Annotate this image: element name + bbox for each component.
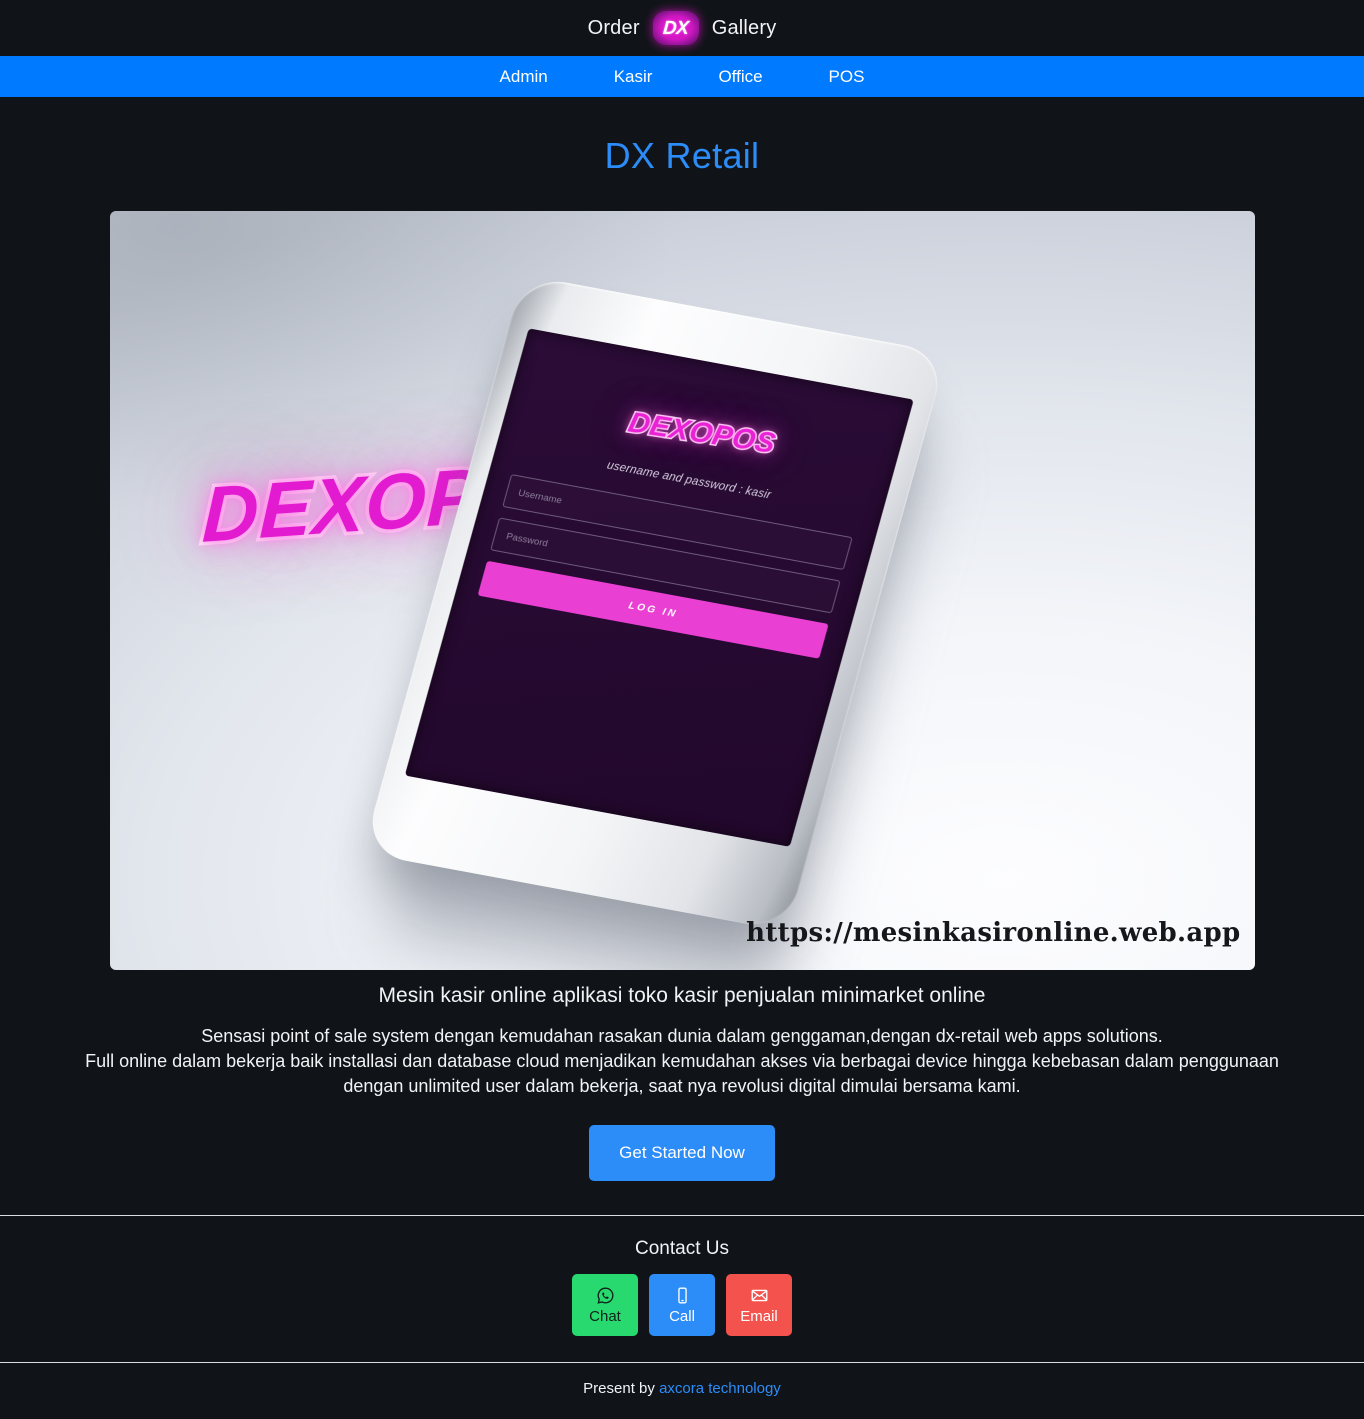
hero-description-line-1: Sensasi point of sale system dengan kemu… [201, 1026, 1163, 1046]
dx-logo-icon[interactable]: DX [652, 11, 699, 45]
brand-word-left: Order [587, 16, 640, 39]
contact-buttons: Chat Call Email [0, 1274, 1364, 1336]
hero-caption: Mesin kasir online aplikasi toko kasir p… [378, 984, 986, 1007]
hero-description-line-3: dengan unlimited user dalam bekerja, saa… [343, 1076, 1021, 1096]
whatsapp-icon [596, 1286, 615, 1305]
footer-credit-link[interactable]: axcora technology [659, 1380, 781, 1397]
page-footer: Present by axcora technology [0, 1363, 1364, 1419]
contact-chat-button[interactable]: Chat [572, 1274, 638, 1336]
hero-product-image: DEXOPOS DEXOPOS username and password : … [109, 211, 1255, 970]
brand-word-right: Gallery [711, 16, 777, 39]
page-title: DX Retail [604, 135, 760, 176]
contact-email-label: Email [740, 1307, 778, 1325]
get-started-button[interactable]: Get Started Now [589, 1125, 775, 1181]
brand-bar: Order DX Gallery [0, 0, 1364, 56]
contact-email-button[interactable]: Email [726, 1274, 792, 1336]
cta-row: Get Started Now [0, 1125, 1364, 1181]
dx-logo-label: DX [662, 17, 690, 39]
hero-url-overlay: https://mesinkasironline.web.app [746, 918, 1241, 948]
phone-icon [673, 1286, 692, 1305]
hero-description: Sensasi point of sale system dengan kemu… [42, 1024, 1322, 1099]
nav-item-pos[interactable]: POS [796, 56, 898, 97]
hero-description-line-2: Full online dalam bekerja baik installas… [85, 1051, 1279, 1071]
nav-item-office[interactable]: Office [685, 56, 795, 97]
contact-title: Contact Us [635, 1238, 729, 1259]
screen-app-logo: DEXOPOS [623, 405, 780, 461]
contact-call-label: Call [669, 1307, 695, 1325]
nav-item-admin[interactable]: Admin [467, 56, 581, 97]
main-content: DX Retail DEXOPOS DEXOPOS username and p… [0, 97, 1364, 1215]
contact-call-button[interactable]: Call [649, 1274, 715, 1336]
primary-navbar: Admin Kasir Office POS [0, 56, 1364, 97]
contact-chat-label: Chat [589, 1307, 621, 1325]
footer-prefix: Present by [583, 1380, 655, 1397]
nav-item-kasir[interactable]: Kasir [581, 56, 686, 97]
envelope-icon [750, 1286, 769, 1305]
phone-mockup: DEXOPOS username and password : kasir Us… [362, 274, 947, 970]
contact-section: Contact Us Chat Call Email [0, 1216, 1364, 1362]
phone-body: DEXOPOS username and password : kasir Us… [362, 274, 947, 932]
